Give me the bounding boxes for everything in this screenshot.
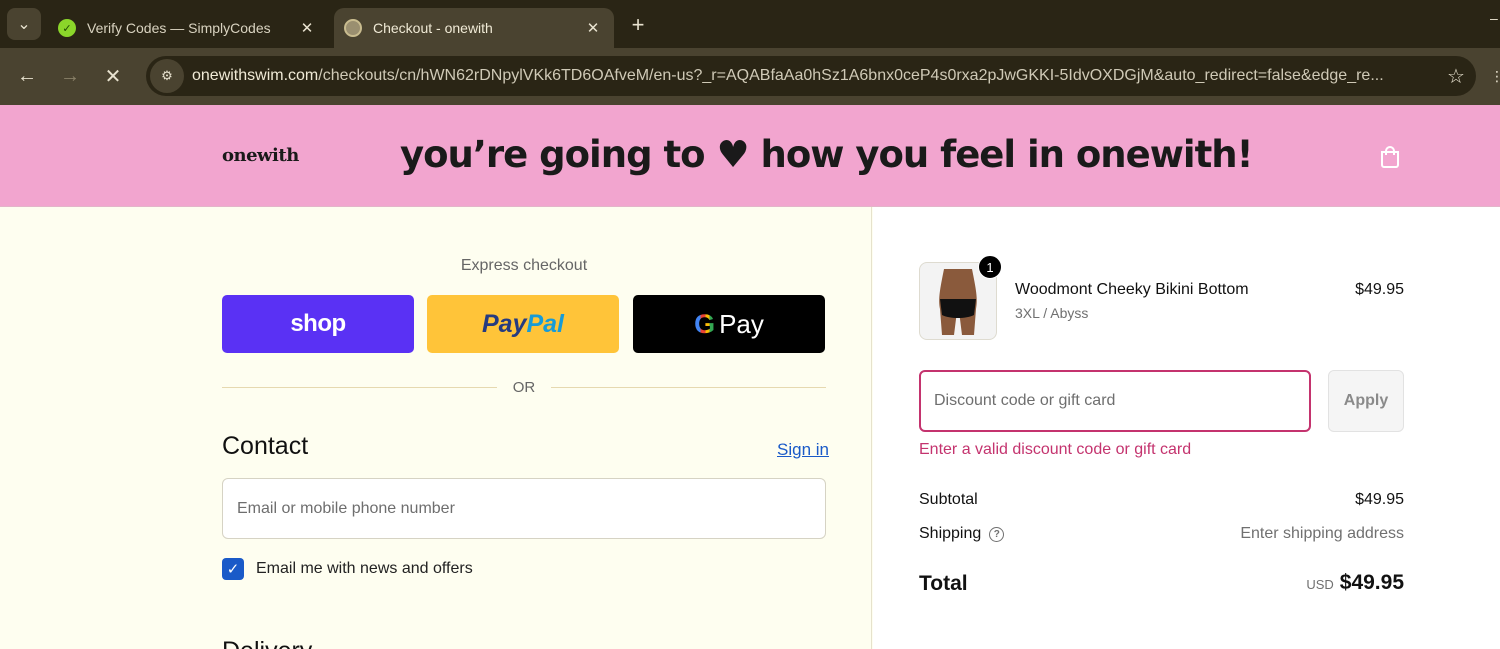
store-logo[interactable]: onewith <box>222 145 299 166</box>
tab-checkout[interactable]: Checkout - onewith ✕ <box>334 8 614 48</box>
checkbox-checked-icon[interactable]: ✓ <box>222 558 244 580</box>
close-icon[interactable]: ✕ <box>296 17 318 39</box>
google-pay-label: Pay <box>719 308 764 339</box>
stop-loading-button[interactable]: ✕ <box>97 60 129 92</box>
forward-button[interactable]: → <box>54 60 86 92</box>
heart-icon: ♥ <box>716 133 749 176</box>
product-image <box>930 269 986 335</box>
shopping-bag-icon[interactable] <box>1378 145 1402 169</box>
paypal-logo-part2: Pal <box>526 309 564 338</box>
extensions-icon[interactable]: ⋮ <box>1490 68 1500 85</box>
shop-pay-button[interactable]: shop <box>222 295 414 353</box>
product-thumbnail: 1 <box>919 255 1002 340</box>
banner-text-end: how you feel in onewith! <box>760 133 1254 176</box>
browser-toolbar: ← → ✕ ⚙ onewithswim.com/checkouts/cn/hWN… <box>0 48 1500 105</box>
total-value-row: USD $49.95 <box>1203 571 1404 595</box>
browser-tabstrip: ⌄ ✓ Verify Codes — SimplyCodes ✕ Checkou… <box>0 0 1500 48</box>
new-tab-button[interactable]: + <box>624 11 652 39</box>
paypal-button[interactable]: Pay Pal <box>427 295 619 353</box>
chevron-down-icon: ⌄ <box>17 16 31 33</box>
google-g-icon: G <box>694 308 716 339</box>
site-info-icon[interactable]: ⚙ <box>150 59 184 93</box>
contact-heading: Contact <box>222 432 309 460</box>
minimize-icon[interactable]: – <box>1490 10 1498 26</box>
close-icon[interactable]: ✕ <box>582 17 604 39</box>
checkout-main: Express checkout shop Pay Pal G Pay OR Co… <box>0 207 872 649</box>
product-price: $49.95 <box>1355 281 1404 298</box>
apply-discount-button[interactable]: Apply <box>1328 370 1404 432</box>
divider-line <box>551 386 826 388</box>
url-host: onewithswim.com <box>192 67 319 84</box>
subtotal-label: Subtotal <box>919 491 978 508</box>
or-label: OR <box>512 378 536 396</box>
sign-in-link[interactable]: Sign in <box>777 440 829 460</box>
url-text[interactable]: onewithswim.com/checkouts/cn/hWN62rDNpyl… <box>192 67 1436 85</box>
total-amount: $49.95 <box>1339 571 1404 594</box>
product-name: Woodmont Cheeky Bikini Bottom <box>1015 281 1249 298</box>
tab-simplycodes[interactable]: ✓ Verify Codes — SimplyCodes ✕ <box>48 8 328 48</box>
newsletter-label: Email me with news and offers <box>256 560 473 577</box>
paypal-logo-part1: Pay <box>481 309 527 338</box>
shipping-label-row: Shipping ? <box>919 525 1005 543</box>
arrow-right-icon: → <box>60 64 80 87</box>
tab-search-button[interactable]: ⌄ <box>7 8 41 40</box>
shop-pay-label: shop <box>290 310 346 337</box>
plus-icon: + <box>631 12 645 37</box>
total-label: Total <box>919 572 968 595</box>
newsletter-checkbox-row[interactable]: ✓ Email me with news and offers <box>222 558 473 580</box>
product-variant: 3XL / Abyss <box>1015 305 1089 321</box>
url-path: /checkouts/cn/hWN62rDNpylVKk6TD6OAfveM/e… <box>318 67 1384 84</box>
tab-title: Verify Codes — SimplyCodes <box>87 20 271 36</box>
express-checkout-label: Express checkout <box>460 257 588 274</box>
simplycodes-favicon-icon: ✓ <box>58 19 76 37</box>
loading-favicon-icon <box>344 19 362 37</box>
order-summary: 1 Woodmont Cheeky Bikini Bottom 3XL / Ab… <box>873 207 1500 649</box>
shipping-value: Enter shipping address <box>1240 525 1404 542</box>
shipping-label: Shipping <box>919 525 982 542</box>
close-icon: ✕ <box>104 65 122 88</box>
tab-title: Checkout - onewith <box>373 20 493 36</box>
google-pay-button[interactable]: G Pay <box>633 295 825 353</box>
discount-code-input[interactable] <box>919 370 1311 432</box>
back-button[interactable]: ← <box>11 60 43 92</box>
quantity-badge: 1 <box>978 255 1002 279</box>
banner-text-start: you’re going to <box>400 133 706 176</box>
address-bar[interactable]: ⚙ onewithswim.com/checkouts/cn/hWN62rDNp… <box>146 56 1476 96</box>
or-divider: OR <box>222 375 826 399</box>
email-input[interactable] <box>222 478 826 539</box>
header-banner: you’re going to ♥ how you feel in onewit… <box>400 133 1254 176</box>
divider-line <box>222 386 497 388</box>
help-circle-icon[interactable]: ? <box>989 526 1005 542</box>
bookmark-star-icon[interactable]: ☆ <box>1436 56 1476 96</box>
delivery-heading: Delivery <box>222 637 312 649</box>
arrow-left-icon: ← <box>17 64 37 87</box>
subtotal-value: $49.95 <box>1355 491 1404 508</box>
total-currency: USD <box>1306 577 1334 592</box>
site-header: onewith you’re going to ♥ how you feel i… <box>0 105 1500 207</box>
discount-error-message: Enter a valid discount code or gift card <box>919 441 1192 458</box>
